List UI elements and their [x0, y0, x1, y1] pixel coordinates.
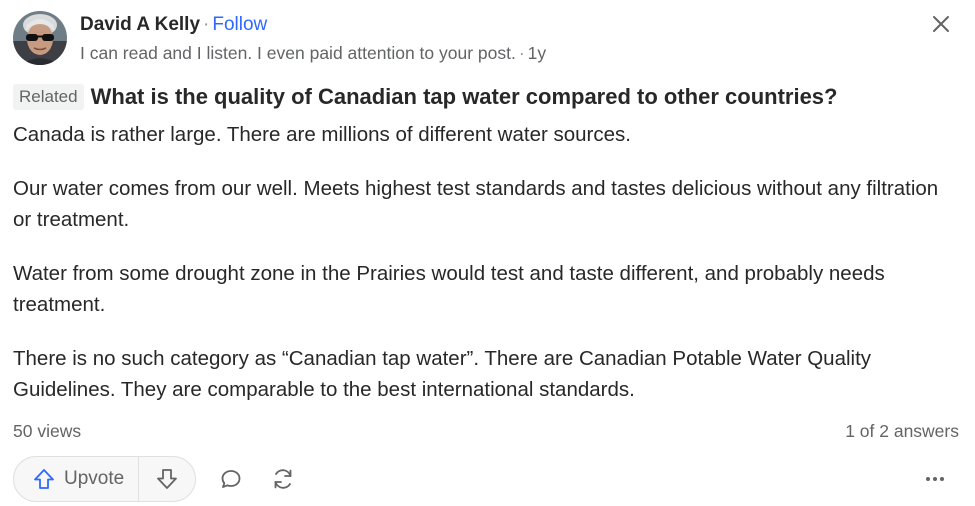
answer-paragraph: Water from some drought zone in the Prai… [13, 262, 885, 316]
answer-body: Canada is rather large. There are millio… [13, 119, 958, 428]
author-credential-line: I can read and I listen. I even paid att… [80, 42, 546, 64]
answer-paragraph: Canada is rather large. There are millio… [13, 123, 631, 146]
answer-paragraph: Our water comes from our well. Meets hig… [13, 177, 939, 231]
share-button[interactable] [266, 462, 300, 496]
view-count[interactable]: 50 views [13, 420, 81, 442]
more-options-button[interactable] [918, 462, 952, 496]
more-icon [926, 477, 944, 481]
answer-age[interactable]: 1y [528, 43, 546, 63]
upvote-label: Upvote [64, 468, 125, 489]
answer-card: David A Kelly · Follow I can read and I li… [0, 0, 975, 506]
comment-icon [221, 470, 241, 488]
share-icon [274, 469, 292, 489]
avatar-image [13, 11, 67, 65]
upvote-button[interactable]: Upvote [14, 457, 140, 501]
arrow-up-icon [34, 469, 54, 489]
separator-dot: · [203, 14, 210, 35]
related-badge: Related [13, 84, 84, 110]
author-name[interactable]: David A Kelly [80, 14, 200, 35]
vote-group: Upvote [13, 456, 197, 502]
answer-position[interactable]: 1 of 2 answers [845, 420, 959, 442]
arrow-down-icon [157, 469, 178, 489]
question-row: Related What is the quality of Canadian … [13, 83, 837, 111]
avatar[interactable] [13, 11, 67, 65]
close-icon [933, 16, 949, 32]
question-title[interactable]: What is the quality of Canadian tap wate… [91, 83, 838, 111]
downvote-button[interactable] [139, 457, 195, 501]
follow-button[interactable]: Follow [212, 14, 267, 35]
separator-dot: · [518, 43, 525, 63]
comment-button[interactable] [214, 462, 248, 496]
close-button[interactable] [926, 9, 956, 39]
author-line: David A Kelly · Follow [80, 13, 267, 37]
author-credential: I can read and I listen. I even paid att… [80, 43, 516, 63]
answer-paragraph: There is no such category as “Canadian t… [13, 347, 872, 401]
